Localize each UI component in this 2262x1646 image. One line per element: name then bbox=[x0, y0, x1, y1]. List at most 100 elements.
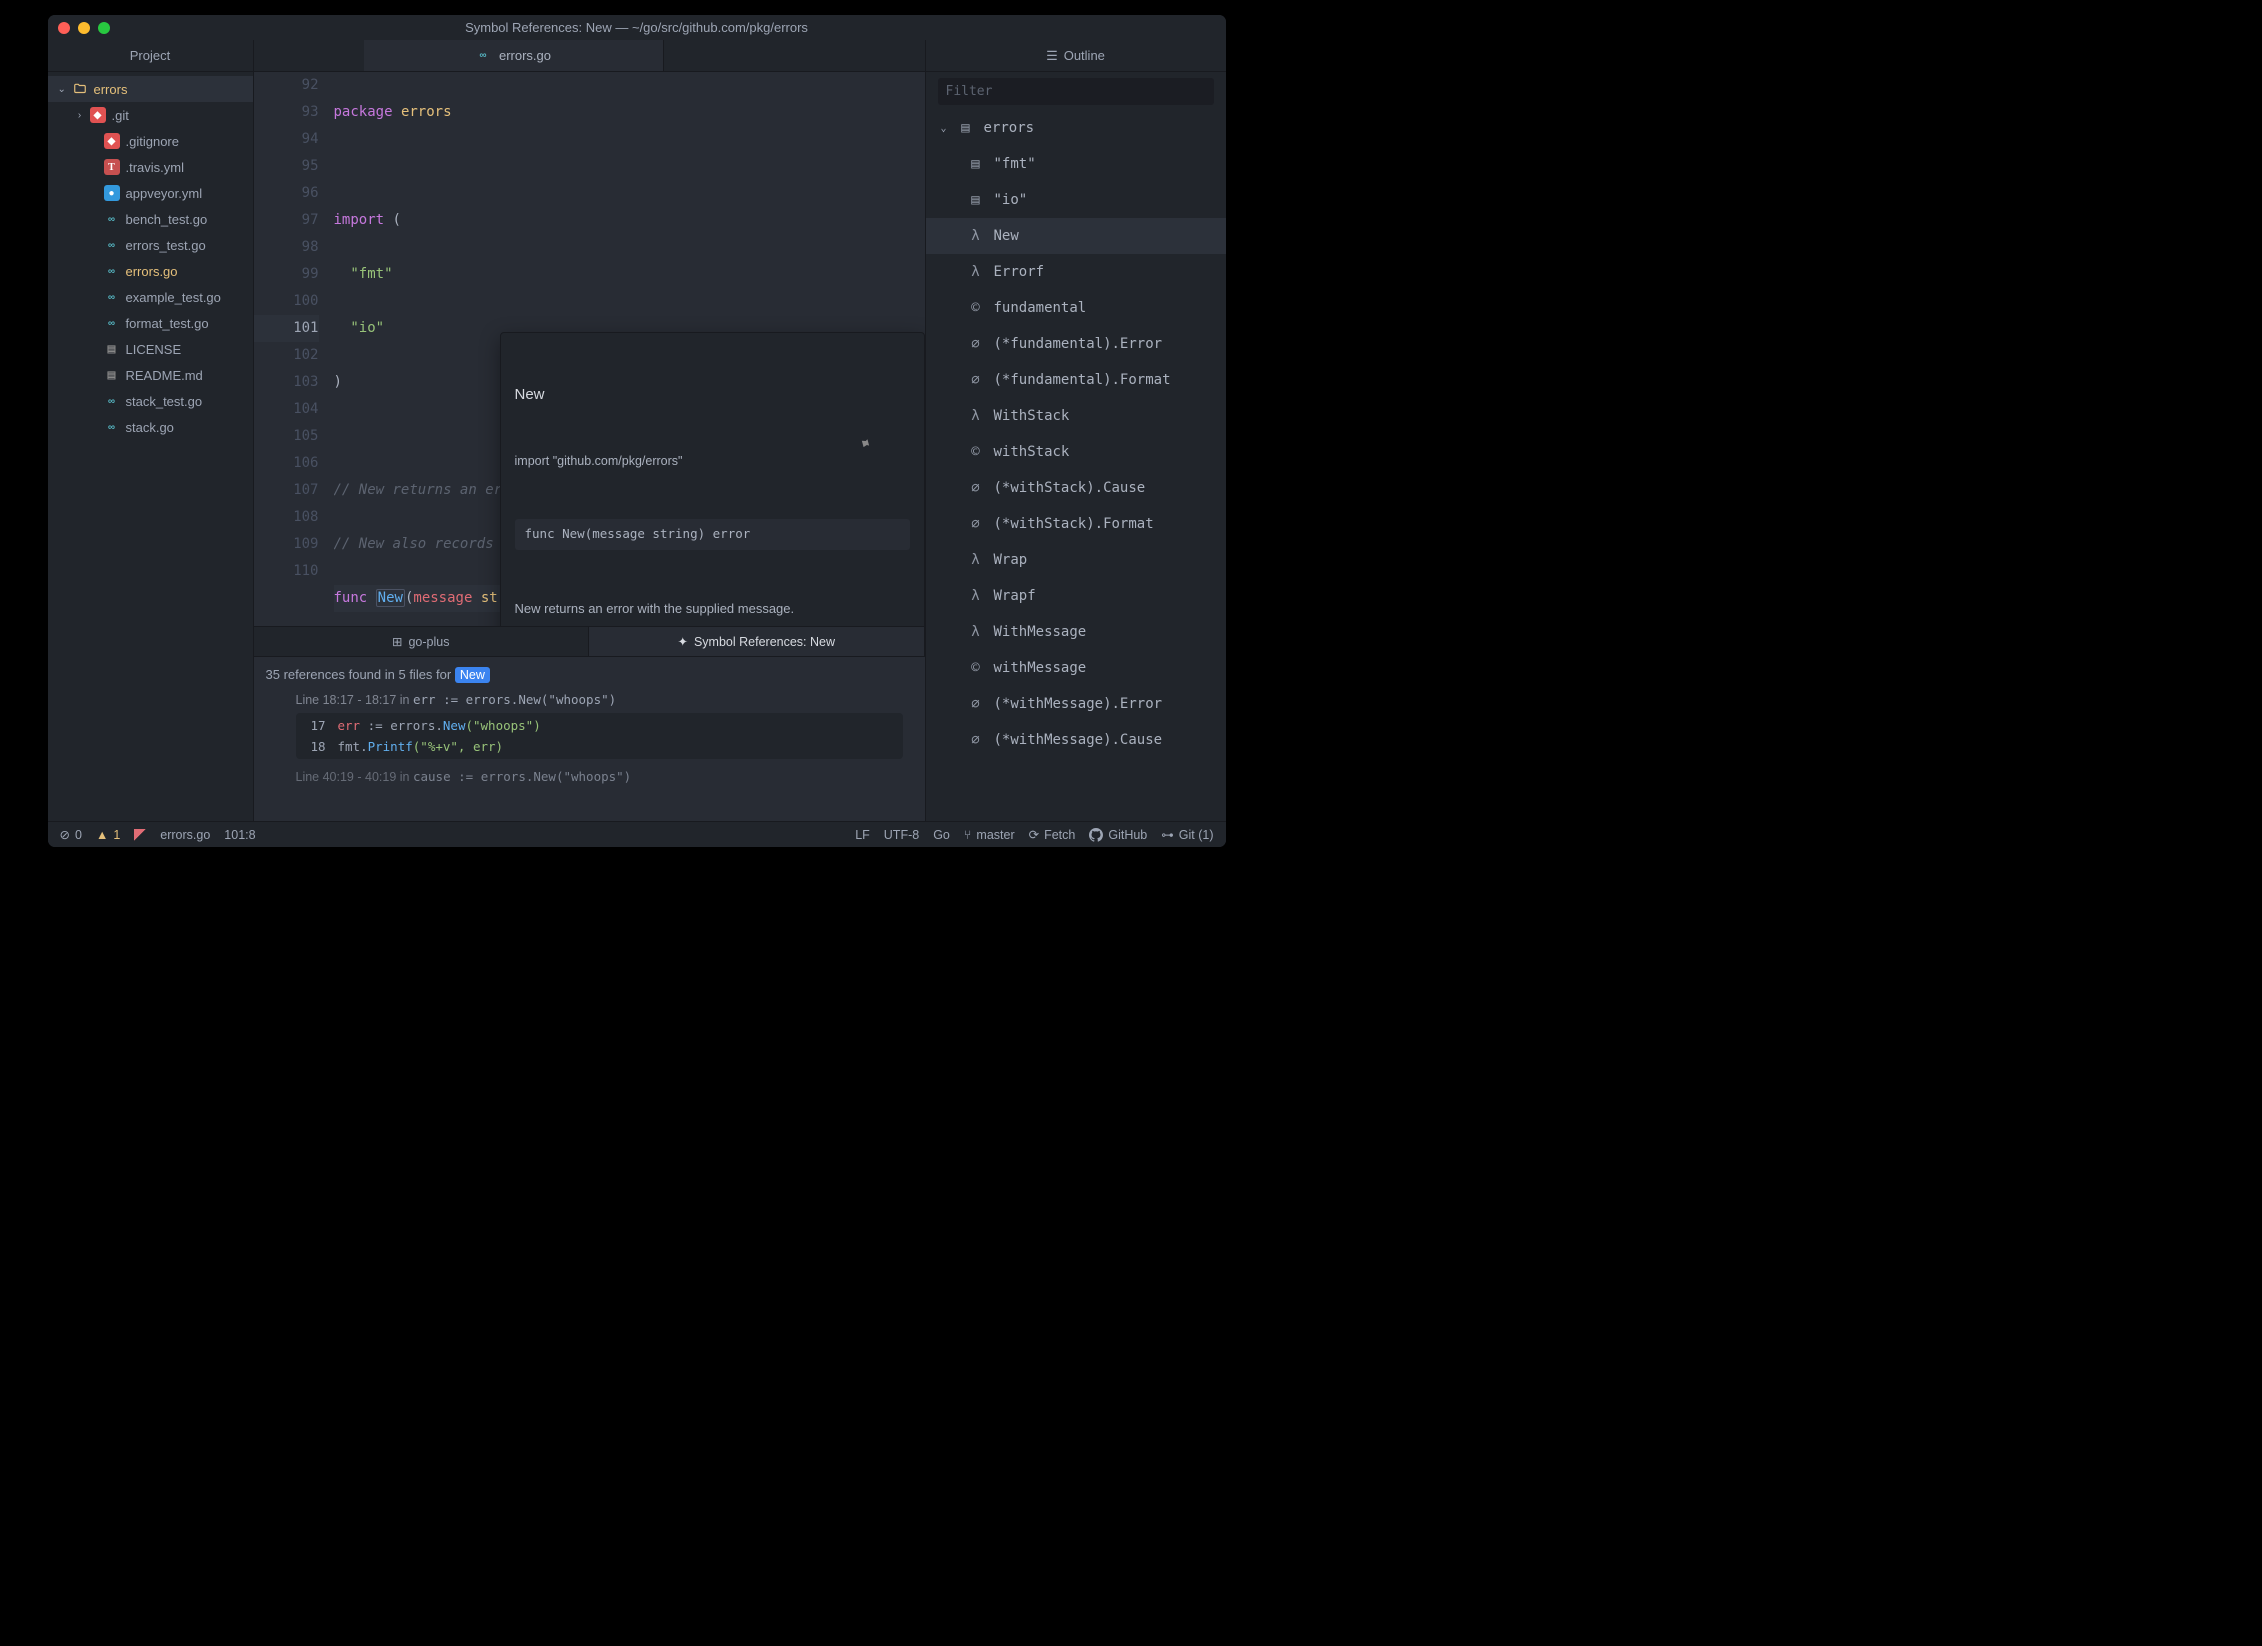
outline-item---withstack--format[interactable]: ⌀(*withStack).Format bbox=[926, 506, 1226, 542]
tree-item-errors-go[interactable]: ∞errors.go bbox=[48, 258, 253, 284]
pin-icon[interactable] bbox=[857, 395, 911, 493]
tree-item--travis-yml[interactable]: T.travis.yml bbox=[48, 154, 253, 180]
outline-item---withmessage--cause[interactable]: ⌀(*withMessage).Cause bbox=[926, 722, 1226, 758]
symbol-icon: ⌀ bbox=[968, 372, 984, 388]
outline-item--fmt-[interactable]: ▤"fmt" bbox=[926, 146, 1226, 182]
sync-icon: ⟳ bbox=[1029, 827, 1039, 842]
bottom-dock-tabs: ⊞ go-plus ✦ Symbol References: New bbox=[254, 626, 925, 656]
symbol-icon: λ bbox=[968, 588, 984, 604]
outline-item--io-[interactable]: ▤"io" bbox=[926, 182, 1226, 218]
code-editor[interactable]: 92 93 94 95 96 97 98 99 100 101 102 103 … bbox=[254, 72, 925, 626]
outline-list: ⌄ ▤ errors ▤"fmt"▤"io"λNewλErrorf©fundam… bbox=[926, 110, 1226, 821]
status-language[interactable]: Go bbox=[933, 828, 950, 842]
status-encoding[interactable]: UTF-8 bbox=[884, 828, 919, 842]
status-line-ending[interactable]: LF bbox=[855, 828, 870, 842]
symbol-icon: ⌀ bbox=[968, 480, 984, 496]
tab-go-plus[interactable]: ⊞ go-plus bbox=[254, 627, 590, 656]
symbol-icon: ⌀ bbox=[968, 336, 984, 352]
symbol-hover-card: New import "github.com/pkg/errors" func … bbox=[500, 332, 925, 626]
symbol-icon: © bbox=[968, 660, 984, 676]
code-body[interactable]: package errors import ( "fmt" "io" ) // … bbox=[334, 72, 925, 626]
outline-title: ☰ Outline bbox=[926, 40, 1226, 72]
warning-icon: ▲ bbox=[96, 828, 108, 842]
minimize-icon[interactable] bbox=[78, 22, 90, 34]
symbol-icon: ⌀ bbox=[968, 732, 984, 748]
outline-item-wrap[interactable]: λWrap bbox=[926, 542, 1226, 578]
file-icon: ▤ bbox=[958, 120, 974, 136]
tree-item--git[interactable]: ›◆.git bbox=[48, 102, 253, 128]
list-icon: ☰ bbox=[1046, 48, 1058, 64]
tab-symbol-references[interactable]: ✦ Symbol References: New bbox=[589, 627, 925, 656]
gutter: 92 93 94 95 96 97 98 99 100 101 102 103 … bbox=[254, 72, 334, 626]
reference-location-1[interactable]: Line 18:17 - 18:17 in err := errors.New(… bbox=[266, 692, 913, 707]
status-fetch[interactable]: ⟳ Fetch bbox=[1029, 827, 1076, 842]
symbol-icon: λ bbox=[968, 264, 984, 280]
outline-item-withmessage[interactable]: λWithMessage bbox=[926, 614, 1226, 650]
tree-item-readme-md[interactable]: ▤README.md bbox=[48, 362, 253, 388]
folder-icon bbox=[72, 81, 88, 97]
status-branch[interactable]: ⑂ master bbox=[964, 828, 1015, 842]
outline-item---fundamental--error[interactable]: ⌀(*fundamental).Error bbox=[926, 326, 1226, 362]
symbol-icon: © bbox=[968, 300, 984, 316]
editor-window: Symbol References: New — ~/go/src/github… bbox=[48, 15, 1226, 847]
status-github[interactable]: GitHub bbox=[1089, 828, 1147, 842]
outline-item---withmessage--error[interactable]: ⌀(*withMessage).Error bbox=[926, 686, 1226, 722]
tree-root-errors[interactable]: ⌄ errors bbox=[48, 76, 253, 102]
window-title: Symbol References: New — ~/go/src/github… bbox=[48, 20, 1226, 35]
git-icon: ⊶ bbox=[1161, 827, 1174, 842]
outline-item---fundamental--format[interactable]: ⌀(*fundamental).Format bbox=[926, 362, 1226, 398]
chevron-down-icon: ⌄ bbox=[940, 123, 948, 134]
tree-item-format-test-go[interactable]: ∞format_test.go bbox=[48, 310, 253, 336]
references-summary: 35 references found in 5 files for New bbox=[266, 667, 913, 682]
editor-area: ∞ errors.go 92 93 94 95 96 97 98 99 100 … bbox=[254, 40, 925, 821]
reference-snippet-1: 17 err := errors.New("whoops") 18 fmt.Pr… bbox=[296, 713, 903, 759]
status-git[interactable]: ⊶ Git (1) bbox=[1161, 827, 1213, 842]
window-controls bbox=[58, 22, 110, 34]
tree-item-stack-test-go[interactable]: ∞stack_test.go bbox=[48, 388, 253, 414]
branch-icon: ⑂ bbox=[964, 828, 972, 842]
status-indicator bbox=[134, 829, 146, 841]
outline-item-withmessage[interactable]: ©withMessage bbox=[926, 650, 1226, 686]
outline-root[interactable]: ⌄ ▤ errors bbox=[926, 110, 1226, 146]
outline-item-withstack[interactable]: λWithStack bbox=[926, 398, 1226, 434]
symbol-icon: ⌀ bbox=[968, 516, 984, 532]
tree-item-stack-go[interactable]: ∞stack.go bbox=[48, 414, 253, 440]
symbol-icon: λ bbox=[968, 624, 984, 640]
zoom-icon[interactable] bbox=[98, 22, 110, 34]
reference-location-2[interactable]: Line 40:19 - 40:19 in cause := errors.Ne… bbox=[266, 769, 913, 784]
status-errors[interactable]: ⊘ 0 bbox=[60, 827, 82, 842]
status-file[interactable]: errors.go bbox=[160, 828, 210, 842]
status-warnings[interactable]: ▲ 1 bbox=[96, 828, 120, 842]
outline-item-errorf[interactable]: λErrorf bbox=[926, 254, 1226, 290]
hover-signature: func New(message string) error bbox=[515, 519, 910, 550]
outline-item-fundamental[interactable]: ©fundamental bbox=[926, 290, 1226, 326]
project-sidebar: Project ⌄ errors ›◆.git◆.gitignoreT.trav… bbox=[48, 40, 254, 821]
outline-filter-input[interactable] bbox=[938, 78, 1214, 105]
symbol-icon: ⌀ bbox=[968, 696, 984, 712]
status-position[interactable]: 101:8 bbox=[224, 828, 255, 842]
tree-item-license[interactable]: ▤LICENSE bbox=[48, 336, 253, 362]
chevron-right-icon: › bbox=[76, 110, 84, 121]
tree-item-bench-test-go[interactable]: ∞bench_test.go bbox=[48, 206, 253, 232]
tree-item-example-test-go[interactable]: ∞example_test.go bbox=[48, 284, 253, 310]
references-icon: ✦ bbox=[677, 634, 687, 649]
outline-item-new[interactable]: λNew bbox=[926, 218, 1226, 254]
tree-item-errors-test-go[interactable]: ∞errors_test.go bbox=[48, 232, 253, 258]
tree-item--gitignore[interactable]: ◆.gitignore bbox=[48, 128, 253, 154]
outline-panel: ☰ Outline ⌄ ▤ errors ▤"fmt"▤"io"λNewλErr… bbox=[925, 40, 1226, 821]
hover-title: New bbox=[515, 384, 910, 407]
tree-item-appveyor-yml[interactable]: ●appveyor.yml bbox=[48, 180, 253, 206]
tab-errors-go[interactable]: ∞ errors.go bbox=[364, 40, 664, 71]
error-icon: ⊘ bbox=[60, 827, 70, 842]
tab-label: errors.go bbox=[499, 48, 551, 63]
symbol-icon: λ bbox=[968, 552, 984, 568]
symbol-icon: © bbox=[968, 444, 984, 460]
close-icon[interactable] bbox=[58, 22, 70, 34]
indicator-icon bbox=[134, 829, 146, 841]
outline-item-withstack[interactable]: ©withStack bbox=[926, 434, 1226, 470]
outline-item---withstack--cause[interactable]: ⌀(*withStack).Cause bbox=[926, 470, 1226, 506]
outline-item-wrapf[interactable]: λWrapf bbox=[926, 578, 1226, 614]
file-tree: ⌄ errors ›◆.git◆.gitignoreT.travis.yml●a… bbox=[48, 72, 253, 821]
chevron-down-icon: ⌄ bbox=[58, 84, 66, 95]
sidebar-title: Project bbox=[48, 40, 253, 72]
